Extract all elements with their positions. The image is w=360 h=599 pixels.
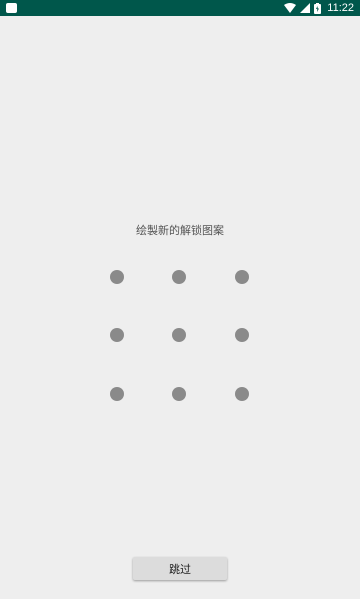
skip-button[interactable]: 跳过: [133, 557, 227, 580]
pattern-dot-9[interactable]: [235, 387, 249, 401]
pattern-dot-1[interactable]: [110, 270, 124, 284]
pattern-dot-6[interactable]: [235, 328, 249, 342]
pattern-dot-2[interactable]: [172, 270, 186, 284]
pattern-dot-4[interactable]: [110, 328, 124, 342]
pattern-dot-5[interactable]: [172, 328, 186, 342]
unlock-pattern-grid[interactable]: [0, 0, 360, 599]
pattern-dot-3[interactable]: [235, 270, 249, 284]
pattern-dot-8[interactable]: [172, 387, 186, 401]
pattern-dot-7[interactable]: [110, 387, 124, 401]
